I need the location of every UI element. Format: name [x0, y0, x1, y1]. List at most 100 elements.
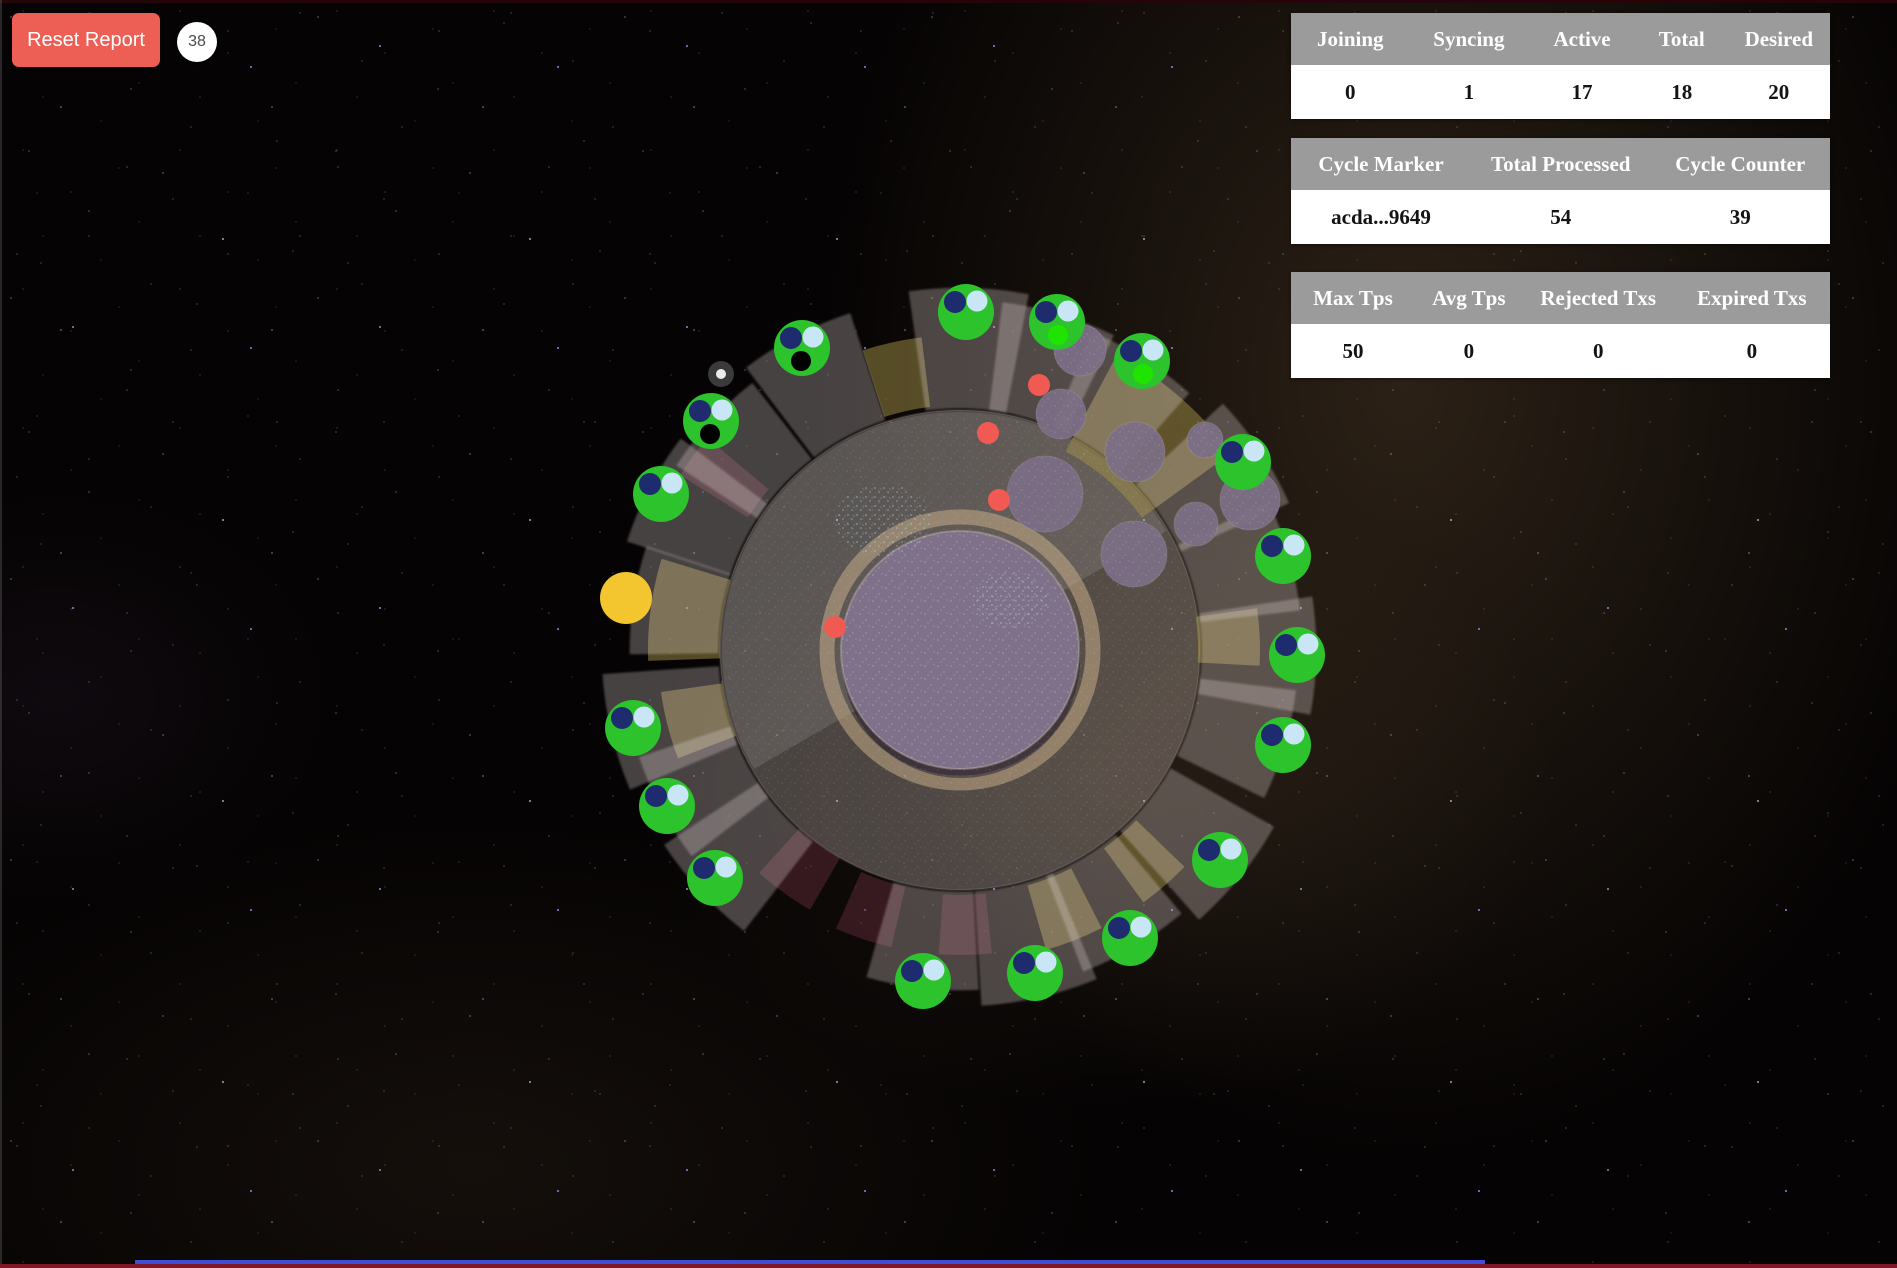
network-node-active[interactable] — [774, 320, 830, 376]
node-status-dot-lightblue — [712, 400, 733, 421]
table-value-cell-nodes-summary-4: 20 — [1728, 80, 1830, 105]
network-node-active[interactable] — [1114, 333, 1170, 389]
node-status-dot-lightblue — [1244, 441, 1265, 462]
table-header-cell-nodes-summary-1: Syncing — [1410, 27, 1529, 52]
network-node-syncing[interactable] — [600, 572, 652, 624]
node-status-dot-lightblue — [1284, 535, 1305, 556]
table-value-cell-tps-summary-0: 50 — [1291, 339, 1415, 364]
node-status-dot-navy — [1261, 535, 1283, 557]
speckle-texture — [1101, 521, 1167, 587]
node-status-dot-navy — [1108, 917, 1130, 939]
node-status-dot-black — [791, 351, 811, 371]
table-value-cell-tps-summary-1: 0 — [1415, 339, 1523, 364]
node-status-dot-lightblue — [803, 327, 824, 348]
table-value-cell-tps-summary-2: 0 — [1523, 339, 1674, 364]
node-status-dot-lightblue — [668, 785, 689, 806]
transaction-dot — [977, 422, 999, 444]
table-value-cell-cycle-summary-1: 54 — [1471, 205, 1650, 230]
node-status-dot-lightblue — [1131, 917, 1152, 938]
network-node-active[interactable] — [938, 284, 994, 340]
speckle-texture — [1007, 456, 1083, 532]
table-value-cell-nodes-summary-0: 0 — [1291, 80, 1410, 105]
network-node-active[interactable] — [687, 850, 743, 906]
node-status-dot-lightblue — [1221, 839, 1242, 860]
star-glare — [716, 369, 726, 379]
reset-report-button[interactable]: Reset Report — [12, 13, 160, 67]
sparkle-cluster — [972, 572, 1048, 628]
node-status-dot-lightblue — [716, 857, 737, 878]
transaction-dot — [988, 489, 1010, 511]
table-value-cell-nodes-summary-1: 1 — [1410, 80, 1529, 105]
table-value-cell-cycle-summary-0: acda...9649 — [1291, 205, 1471, 230]
node-status-dot-lightblue — [1143, 340, 1164, 361]
network-node-active[interactable] — [605, 700, 661, 756]
node-status-dot-navy — [639, 473, 661, 495]
network-node-active[interactable] — [1215, 434, 1271, 490]
node-status-dot-navy — [1035, 301, 1057, 323]
sparkle-cluster — [835, 484, 931, 556]
node-status-dot-lightblue — [967, 291, 988, 312]
node-status-dot-green — [1133, 364, 1153, 384]
node-status-dot-lightblue — [1298, 634, 1319, 655]
node-status-dot-navy — [901, 960, 923, 982]
table-value-cell-tps-summary-3: 0 — [1674, 339, 1830, 364]
table-value-cell-cycle-summary-2: 39 — [1651, 205, 1830, 230]
node-status-dot-navy — [1261, 724, 1283, 746]
node-status-dot-black — [700, 424, 720, 444]
network-node-active[interactable] — [1007, 945, 1063, 1001]
table-header-cell-tps-summary-2: Rejected Txs — [1523, 286, 1674, 311]
node-status-dot-navy — [693, 857, 715, 879]
bottom-border — [0, 1264, 1897, 1268]
node-status-dot-green — [1048, 325, 1068, 345]
node-status-dot-navy — [1120, 340, 1142, 362]
network-node-active[interactable] — [1029, 294, 1085, 350]
table-header-cell-nodes-summary-4: Desired — [1728, 27, 1830, 52]
node-status-dot-lightblue — [1036, 952, 1057, 973]
network-node-active[interactable] — [1102, 910, 1158, 966]
transaction-dot — [824, 616, 846, 638]
network-node-active[interactable] — [639, 778, 695, 834]
network-node-active[interactable] — [683, 393, 739, 449]
node-status-dot-lightblue — [662, 473, 683, 494]
node-status-dot-lightblue — [634, 707, 655, 728]
table-header-cell-nodes-summary-0: Joining — [1291, 27, 1410, 52]
node-status-dot-navy — [780, 327, 802, 349]
speckle-texture — [1174, 502, 1218, 546]
table-header-cell-cycle-summary-1: Total Processed — [1471, 152, 1650, 177]
left-border — [0, 0, 2, 1268]
table-value-cell-nodes-summary-2: 17 — [1528, 80, 1636, 105]
node-status-dot-navy — [1221, 441, 1243, 463]
node-status-dot-navy — [944, 291, 966, 313]
network-node-active[interactable] — [1192, 832, 1248, 888]
speckle-texture — [1036, 389, 1086, 439]
table-header-cell-tps-summary-3: Expired Txs — [1674, 286, 1830, 311]
table-header-cell-tps-summary-0: Max Tps — [1291, 286, 1415, 311]
node-status-dot-lightblue — [1284, 724, 1305, 745]
node-status-dot-lightblue — [924, 960, 945, 981]
node-status-dot-navy — [1198, 839, 1220, 861]
node-status-dot-lightblue — [1058, 301, 1079, 322]
node-status-dot-navy — [1275, 634, 1297, 656]
table-value-cell-nodes-summary-3: 18 — [1636, 80, 1728, 105]
tps-summary-table: Max TpsAvg TpsRejected TxsExpired Txs500… — [1291, 272, 1830, 378]
notification-count-badge: 38 — [177, 22, 217, 62]
node-status-dot-navy — [611, 707, 633, 729]
table-header-cell-nodes-summary-3: Total — [1636, 27, 1728, 52]
network-node-active[interactable] — [1269, 627, 1325, 683]
table-header-cell-cycle-summary-0: Cycle Marker — [1291, 152, 1471, 177]
node-status-dot-navy — [645, 785, 667, 807]
network-node-active[interactable] — [895, 953, 951, 1009]
speckle-texture — [1105, 422, 1165, 482]
cycle-summary-table: Cycle MarkerTotal ProcessedCycle Counter… — [1291, 138, 1830, 244]
network-node-active[interactable] — [1255, 717, 1311, 773]
table-header-cell-cycle-summary-2: Cycle Counter — [1651, 152, 1830, 177]
nodes-summary-table: JoiningSyncingActiveTotalDesired 01171820 — [1291, 13, 1830, 119]
top-border — [0, 0, 1897, 3]
table-header-cell-tps-summary-1: Avg Tps — [1415, 286, 1523, 311]
transaction-dot — [1028, 374, 1050, 396]
network-node-active[interactable] — [633, 466, 689, 522]
network-node-active[interactable] — [1255, 528, 1311, 584]
node-status-dot-navy — [689, 400, 711, 422]
speckle-texture — [841, 531, 1079, 769]
table-header-cell-nodes-summary-2: Active — [1528, 27, 1636, 52]
